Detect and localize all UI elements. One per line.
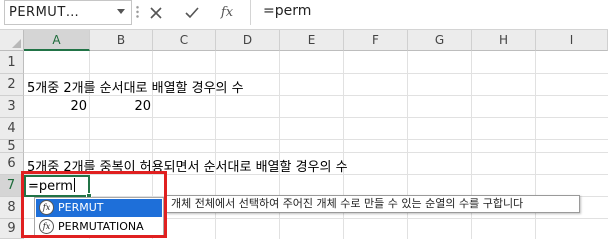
row-header-7[interactable]: 7 xyxy=(0,175,24,197)
gridline xyxy=(24,152,608,153)
function-icon: fx xyxy=(220,5,234,20)
row-header-4[interactable]: 4 xyxy=(0,118,24,140)
row-header-5[interactable]: 5 xyxy=(0,140,24,153)
cell-a3[interactable]: 20 xyxy=(24,99,87,114)
formula-input[interactable]: =perm xyxy=(250,0,608,25)
row-header-3[interactable]: 3 xyxy=(0,96,24,118)
row-header-6[interactable]: 6 xyxy=(0,153,24,175)
name-box-value: PERMUT… xyxy=(9,5,80,20)
row-header-8[interactable]: 8 xyxy=(0,197,24,219)
drag-handle-icon[interactable] xyxy=(136,5,139,19)
function-icon: fx xyxy=(39,200,54,215)
column-header-f[interactable]: F xyxy=(344,30,408,51)
cell-b3[interactable]: 20 xyxy=(90,99,151,114)
select-all-button[interactable] xyxy=(0,30,24,51)
function-autocomplete-list: fx PERMUT fx PERMUTATIONA xyxy=(34,197,164,236)
text-caret xyxy=(73,178,75,192)
column-header-e[interactable]: E xyxy=(280,30,344,51)
row-header-2[interactable]: 2 xyxy=(0,74,24,96)
autocomplete-item-permut[interactable]: fx PERMUT xyxy=(36,199,162,217)
gridline xyxy=(24,139,608,140)
row-header-1[interactable]: 1 xyxy=(0,51,24,74)
formula-text: =perm xyxy=(263,3,312,19)
cell-a2[interactable]: 5개중 2개를 순서대로 배열할 경우의 수 xyxy=(27,77,244,96)
close-icon xyxy=(150,6,162,19)
gridline xyxy=(24,73,608,74)
column-header-i[interactable]: I xyxy=(536,30,608,51)
name-box[interactable]: PERMUT… xyxy=(4,0,132,25)
column-header-a[interactable]: A xyxy=(24,30,90,51)
column-header-b[interactable]: B xyxy=(90,30,153,51)
insert-function-button[interactable]: fx xyxy=(215,2,239,23)
enter-button[interactable] xyxy=(180,2,204,23)
function-description-tooltip: 개체 전체에서 선택하여 주어진 개체 수로 만들 수 있는 순열의 수를 구합… xyxy=(166,195,580,213)
column-header-h[interactable]: H xyxy=(472,30,536,51)
autocomplete-item-label: PERMUT xyxy=(58,201,104,214)
column-header-c[interactable]: C xyxy=(153,30,216,51)
cell-a7-entry: =perm xyxy=(28,178,75,194)
check-icon xyxy=(185,6,199,18)
function-icon: fx xyxy=(39,219,54,234)
active-cell-a7[interactable]: =perm xyxy=(24,175,92,199)
formula-bar: PERMUT… fx =perm xyxy=(0,0,608,25)
column-header-g[interactable]: G xyxy=(408,30,472,51)
cell-a6[interactable]: 5개중 2개를 중복이 허용되면서 순서대로 배열할 경우의 수 xyxy=(27,156,348,175)
chevron-down-icon[interactable] xyxy=(117,9,125,14)
cancel-button[interactable] xyxy=(144,2,168,23)
autocomplete-item-label: PERMUTATIONA xyxy=(58,220,144,233)
gridline xyxy=(24,117,608,118)
row-header-9[interactable]: 9 xyxy=(0,219,24,239)
autocomplete-item-permutationa[interactable]: fx PERMUTATIONA xyxy=(36,218,162,236)
column-header-d[interactable]: D xyxy=(216,30,280,51)
